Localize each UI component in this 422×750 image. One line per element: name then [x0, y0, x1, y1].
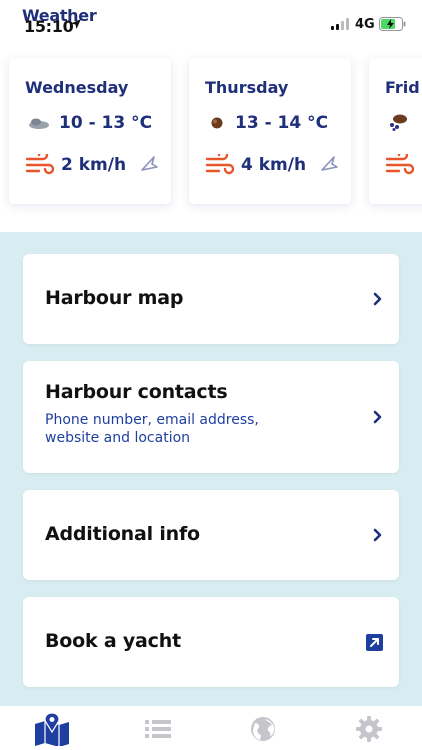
- list-icon: [145, 720, 171, 738]
- globe-icon: [251, 717, 275, 741]
- forecast-temp: 13 - 14 °C: [235, 113, 329, 133]
- status-time: 15:10: [24, 17, 74, 36]
- map-icon: [35, 712, 69, 746]
- nav-globe-tab[interactable]: [243, 712, 283, 746]
- settings-icon: [356, 716, 382, 742]
- forecast-wind: 2 km/h: [61, 155, 127, 175]
- forecast-card-wednesday[interactable]: Wednesday 10 - 13 °C 2 km/h: [9, 58, 171, 204]
- network-type: 4G: [355, 17, 375, 32]
- sun-cloud-icon: [211, 117, 223, 129]
- menu-item-title: Additional info: [45, 523, 200, 545]
- forecast-day: Wednesday: [25, 78, 129, 97]
- nav-settings-tab[interactable]: [349, 712, 389, 746]
- wind-icon: [205, 154, 235, 175]
- nav-map-tab[interactable]: [32, 712, 72, 746]
- wind-icon: [385, 154, 415, 175]
- location-arrow-icon: [71, 19, 81, 29]
- forecast-card-friday[interactable]: Frid: [369, 58, 422, 204]
- wind-direction-icon: [141, 156, 158, 171]
- signal-icon: [331, 18, 349, 30]
- wind-direction-icon: [321, 156, 338, 171]
- weather-forecast-strip[interactable]: Wednesday 10 - 13 °C 2 km/h Thursday 13 …: [0, 48, 422, 232]
- bottom-navigation: [0, 706, 422, 750]
- rain-icon: [390, 114, 407, 131]
- menu-item-title: Harbour map: [45, 287, 184, 309]
- chevron-right-icon: [373, 528, 382, 542]
- harbour-map-button[interactable]: Harbour map: [23, 254, 399, 344]
- additional-info-button[interactable]: Additional info: [23, 490, 399, 580]
- menu-area: Harbour map Harbour contacts Phone numbe…: [0, 232, 422, 706]
- forecast-temp: 10 - 13 °C: [59, 113, 153, 133]
- battery-charging-icon: [379, 17, 406, 31]
- harbour-contacts-button[interactable]: Harbour contacts Phone number, email add…: [23, 361, 399, 473]
- chevron-right-icon: [373, 410, 382, 424]
- forecast-wind: 4 km/h: [241, 155, 307, 175]
- wind-icon: [25, 154, 55, 175]
- menu-item-title: Book a yacht: [45, 630, 181, 652]
- menu-item-subtitle: Phone number, email address, website and…: [45, 412, 259, 446]
- nav-list-tab[interactable]: [138, 712, 178, 746]
- chevron-right-icon: [373, 292, 382, 306]
- status-bar: Weather 15:10 4G: [0, 0, 422, 48]
- external-link-icon: [366, 634, 383, 651]
- forecast-day: Thursday: [205, 78, 289, 97]
- menu-item-title: Harbour contacts: [45, 381, 228, 403]
- book-yacht-button[interactable]: Book a yacht: [23, 597, 399, 687]
- forecast-day: Frid: [385, 78, 420, 97]
- cloud-icon: [29, 118, 49, 129]
- forecast-card-thursday[interactable]: Thursday 13 - 14 °C 4 km/h: [189, 58, 351, 204]
